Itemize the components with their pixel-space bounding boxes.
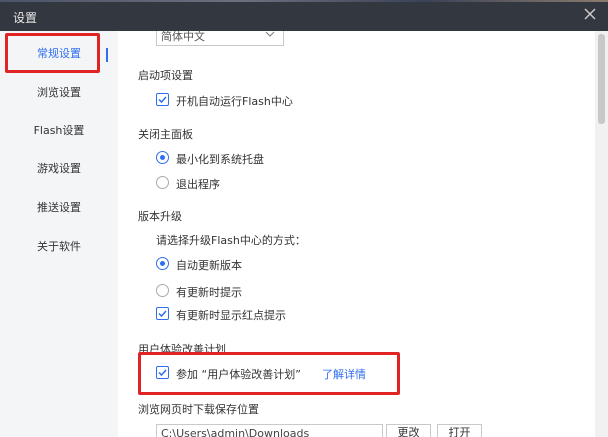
language-select-value: 简体中文: [161, 30, 205, 43]
close-panel-heading: 关闭主面板: [138, 128, 193, 141]
highlight-box-ux: [138, 352, 400, 395]
sidebar-item-about[interactable]: 关于软件: [0, 233, 118, 261]
auto-start-checkbox[interactable]: [156, 93, 169, 106]
sidebar-item-flash[interactable]: Flash设置: [0, 117, 118, 145]
title-bar: 设置: [0, 2, 608, 31]
chevron-down-icon: [265, 31, 275, 37]
close-icon[interactable]: [582, 6, 598, 22]
check-icon: [158, 96, 167, 104]
language-select[interactable]: 简体中文: [156, 30, 284, 46]
auto-update-radio[interactable]: [156, 257, 169, 270]
sidebar-item-browse[interactable]: 浏览设置: [0, 79, 118, 107]
scrollbar-thumb[interactable]: [598, 34, 605, 124]
exit-program-label: 退出程序: [176, 178, 220, 191]
exit-program-radio[interactable]: [156, 176, 169, 189]
red-dot-checkbox[interactable]: [156, 307, 169, 320]
open-button[interactable]: 打开: [437, 424, 482, 437]
auto-update-label: 自动更新版本: [176, 259, 242, 272]
notify-update-label: 有更新时提示: [176, 286, 242, 299]
notify-update-radio[interactable]: [156, 284, 169, 297]
sidebar-item-push[interactable]: 推送设置: [0, 194, 118, 222]
upgrade-heading: 版本升级: [138, 210, 182, 223]
upgrade-prompt: 请选择升级Flash中心的方式：: [156, 234, 306, 247]
red-dot-label: 有更新时显示红点提示: [176, 309, 286, 322]
download-path-value: C:\Users\admin\Downloads: [161, 427, 310, 437]
active-indicator: [106, 48, 108, 62]
sidebar: 常规设置 浏览设置 Flash设置 游戏设置 推送设置 关于软件: [0, 31, 118, 437]
minimize-tray-label: 最小化到系统托盘: [176, 153, 264, 166]
sidebar-item-game[interactable]: 游戏设置: [0, 155, 118, 183]
download-path-input[interactable]: C:\Users\admin\Downloads: [156, 424, 383, 437]
highlight-box-nav: [5, 33, 100, 73]
download-heading: 浏览网页时下载保存位置: [138, 403, 259, 416]
change-button[interactable]: 更改: [386, 424, 431, 437]
scrollbar[interactable]: [595, 31, 608, 437]
window-title: 设置: [13, 11, 38, 25]
startup-heading: 启动项设置: [138, 69, 193, 82]
check-icon: [158, 310, 167, 318]
auto-start-label: 开机自动运行Flash中心: [176, 95, 293, 108]
minimize-tray-radio[interactable]: [156, 151, 169, 164]
